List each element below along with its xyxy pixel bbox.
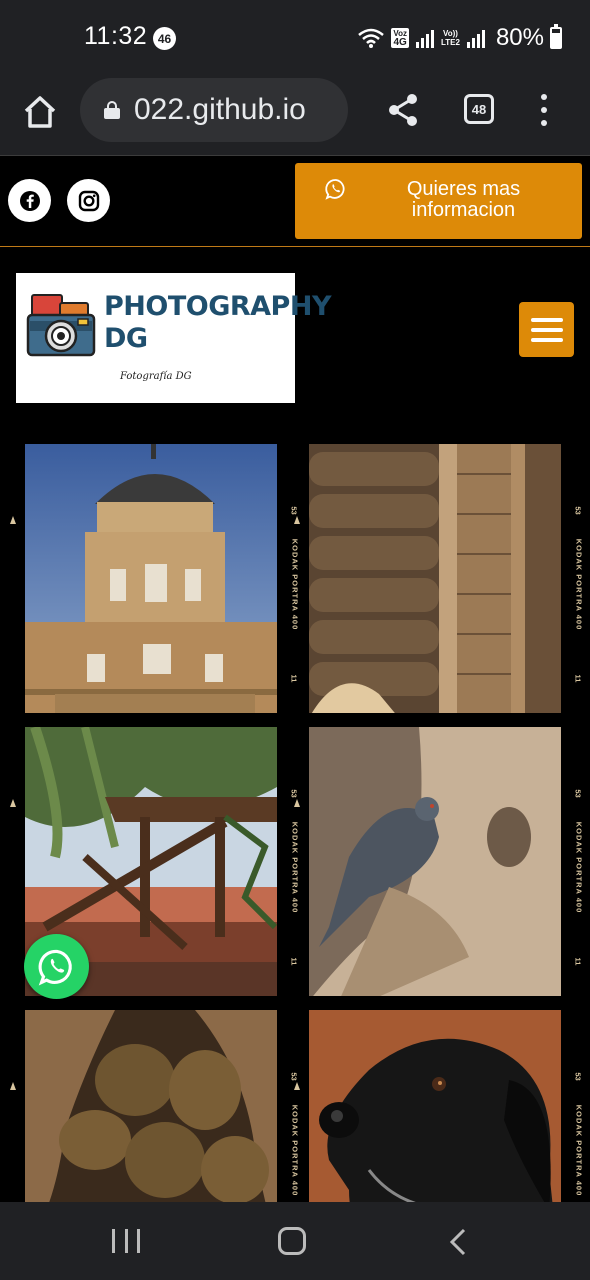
film-label-text: KODAK PORTRA 400 <box>290 821 300 914</box>
film-label: KODAK PORTRA 400 <box>288 793 300 953</box>
address-bar[interactable]: 022.github.io <box>80 78 348 142</box>
photo-pigeon <box>309 727 561 1001</box>
wifi-icon <box>358 28 385 48</box>
battery-icon <box>550 24 562 49</box>
site-logo[interactable]: PHOTOGRAPHY DG Fotografía DG <box>16 273 332 403</box>
lte-badge: Vo)) LTE2 <box>441 29 460 47</box>
volte-badge-bottom: 4G <box>393 37 407 48</box>
frame-number: 11 <box>573 674 583 683</box>
photo-wooden-cabin <box>309 444 561 718</box>
camera-logo-icon <box>26 294 96 357</box>
photo-potatoes <box>25 1010 277 1202</box>
battery-percent: 80% <box>495 24 544 51</box>
system-nav-bar <box>0 1202 590 1280</box>
whatsapp-floating-button[interactable] <box>24 934 89 999</box>
whatsapp-icon <box>325 179 345 200</box>
recent-apps-icon[interactable] <box>112 1229 140 1253</box>
more-info-button[interactable]: Quieres mas informacion <box>295 163 582 239</box>
gallery-item[interactable]: 53 KODAK PORTRA 400 11 <box>10 430 302 718</box>
facebook-button[interactable] <box>8 179 51 222</box>
logo-subtitle: Fotografía DG <box>120 371 192 382</box>
volte-badge: Voz 4G <box>391 28 409 48</box>
notification-count-badge: 46 <box>153 27 176 50</box>
film-label: KODAK PORTRA 400 <box>572 1076 584 1202</box>
url-text: 022.github.io <box>134 93 306 126</box>
frame-number: 11 <box>573 957 583 966</box>
menu-toggle-button[interactable] <box>519 302 574 357</box>
lte-badge-bottom: LTE2 <box>440 38 460 47</box>
tabs-button[interactable]: 48 <box>464 94 494 124</box>
film-mark <box>294 516 300 524</box>
home-nav-icon[interactable] <box>278 1227 306 1255</box>
status-time: 11:32 <box>84 22 148 50</box>
instagram-icon <box>78 190 99 211</box>
lock-icon <box>104 101 120 119</box>
gallery-item[interactable]: 53 KODAK PORTRA 400 <box>294 996 586 1202</box>
gallery-item[interactable]: 53 KODAK PORTRA 400 11 <box>294 713 586 1001</box>
photo-building <box>25 444 277 718</box>
gallery-item[interactable]: 53 KODAK PORTRA 400 11 <box>294 430 586 718</box>
film-label-text: KODAK PORTRA 400 <box>574 538 584 631</box>
facebook-icon <box>19 190 40 211</box>
site-topbar: Quieres mas informacion <box>0 157 590 247</box>
film-label-text: KODAK PORTRA 400 <box>290 1104 300 1197</box>
film-label: KODAK PORTRA 400 <box>572 793 584 953</box>
instagram-button[interactable] <box>67 179 110 222</box>
more-info-label: Quieres mas informacion <box>406 178 521 221</box>
signal-icon <box>415 30 434 48</box>
lte-badge-top: Vo)) <box>442 29 458 38</box>
logo-title-line1: PHOTOGRAPHY <box>104 291 332 322</box>
browser-toolbar: 022.github.io 48 <box>0 76 590 156</box>
logo-title-line2: DG <box>104 323 148 354</box>
signal-icon-2 <box>466 30 485 48</box>
gallery-item[interactable]: 53 KODAK PORTRA 400 <box>10 996 302 1202</box>
film-label-text: KODAK PORTRA 400 <box>574 821 584 914</box>
whatsapp-icon <box>38 949 72 986</box>
photo-gallery: 53 KODAK PORTRA 400 11 53 KODAK PORTRA 4… <box>0 430 590 1202</box>
status-bar: 11:32 46 Voz 4G Vo)) LTE2 80% <box>0 0 590 76</box>
film-mark <box>10 1082 16 1090</box>
film-label-text: KODAK PORTRA 400 <box>290 538 300 631</box>
share-icon[interactable] <box>384 90 424 130</box>
film-mark <box>294 799 300 807</box>
logo-title: PHOTOGRAPHY DG <box>104 291 332 355</box>
status-icons: Voz 4G Vo)) LTE2 80% <box>357 24 562 52</box>
photo-dog <box>309 1010 561 1202</box>
home-icon <box>24 96 56 128</box>
frame-number: 11 <box>289 674 299 683</box>
hamburger-line <box>530 327 563 332</box>
back-icon[interactable] <box>446 1228 470 1256</box>
film-mark <box>10 516 16 524</box>
film-label-text: KODAK PORTRA 400 <box>574 1104 584 1197</box>
film-label: KODAK PORTRA 400 <box>572 510 584 670</box>
home-button[interactable] <box>20 92 60 132</box>
hamburger-line <box>530 317 563 322</box>
film-mark <box>10 799 16 807</box>
hamburger-line <box>530 337 563 342</box>
film-label: KODAK PORTRA 400 <box>288 1076 300 1202</box>
film-mark <box>294 1082 300 1090</box>
film-label: KODAK PORTRA 400 <box>288 510 300 670</box>
frame-number: 11 <box>289 957 299 966</box>
more-vert-icon[interactable] <box>530 94 558 126</box>
